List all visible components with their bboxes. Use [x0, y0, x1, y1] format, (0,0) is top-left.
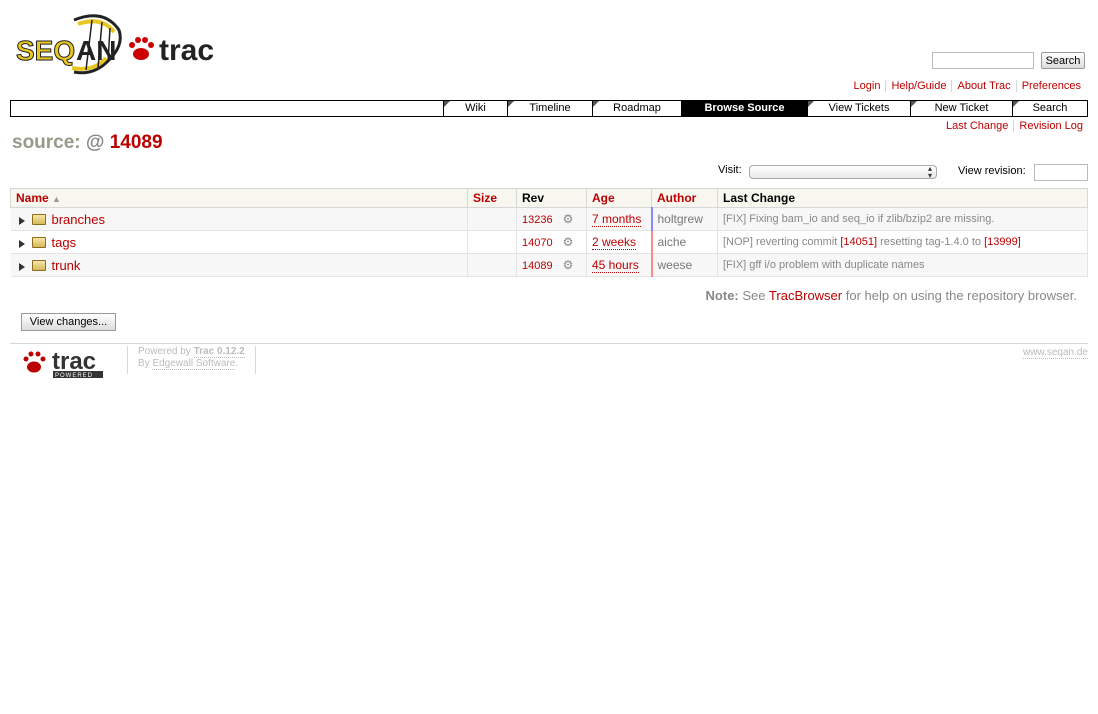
trac-version-link[interactable]: Trac 0.12.2 [193, 346, 245, 358]
source-path-link[interactable]: source: [12, 132, 81, 153]
changeset-link[interactable]: [13999] [984, 236, 1021, 248]
author-cell: holtgrew [651, 207, 718, 231]
folder-icon [31, 213, 46, 225]
author-cell: aiche [651, 230, 718, 254]
revision-link[interactable]: 14089 [522, 260, 553, 272]
table-row: branches 13236 ⚙ 7 months holtgrew [FIX] … [10, 207, 1088, 231]
directory-listing: Name ▲ Size Rev Age Author Last Change b… [10, 188, 1088, 277]
preferences-link[interactable]: Preferences [1015, 80, 1086, 92]
expand-toggle-icon[interactable] [18, 239, 25, 248]
powered-by-text: Powered by Trac 0.12.2 By Edgewall Softw… [127, 346, 256, 374]
age-link[interactable]: 7 months [592, 212, 642, 227]
help-note: Note: See TracBrowser for help on using … [705, 288, 1077, 303]
view-revision-label: View revision: [958, 165, 1026, 177]
revision-link[interactable]: 13236 [522, 214, 553, 226]
sort-ascending-icon: ▲ [52, 194, 61, 204]
last-change-cell: [NOP] reverting commit [14051] resetting… [717, 230, 1088, 254]
site-link[interactable]: www.seqan.de [1022, 347, 1088, 359]
svg-text:SEQ: SEQ [16, 35, 75, 66]
title-revision: 14089 [109, 132, 163, 153]
tracbrowser-link[interactable]: TracBrowser [769, 288, 842, 303]
folder-link[interactable]: tags [52, 235, 77, 250]
tab-new-ticket[interactable]: New Ticket [910, 101, 1012, 116]
column-header-size[interactable]: Size [467, 188, 517, 208]
main-nav: Wiki Timeline Roadmap Browse Source View… [10, 100, 1088, 117]
last-change-cell: [FIX] Fixing bam_io and seq_io if zlib/b… [717, 207, 1088, 231]
visit-select[interactable]: ▴ ▾ [749, 164, 937, 180]
column-header-last-change: Last Change [717, 188, 1088, 208]
last-change-cell: [FIX] gff i/o problem with duplicate nam… [717, 253, 1088, 277]
folder-icon [31, 259, 46, 271]
size-cell [467, 230, 517, 254]
column-header-author[interactable]: Author [651, 188, 718, 208]
revision-link[interactable]: 14070 [522, 237, 553, 249]
meta-nav: Login Help/Guide About Trac Preferences [849, 80, 1086, 92]
column-header-name[interactable]: Name ▲ [10, 188, 468, 208]
column-header-age[interactable]: Age [586, 188, 652, 208]
footer: trac POWERED Powered by Trac 0.12.2 By E… [10, 343, 1088, 383]
svg-text:POWERED: POWERED [55, 373, 93, 379]
page-title: source: @ 14089 [12, 132, 163, 154]
banner: SEQ AN trac Search Login Help/Guide About … [0, 0, 1098, 100]
svg-text:trac: trac [52, 348, 96, 375]
last-change-link[interactable]: Last Change [941, 120, 1013, 132]
trac-powered-logo[interactable]: trac POWERED [22, 347, 108, 379]
tab-view-tickets[interactable]: View Tickets [807, 101, 910, 116]
folder-link[interactable]: trunk [52, 258, 81, 273]
expand-toggle-icon[interactable] [18, 216, 25, 225]
folder-link[interactable]: branches [52, 212, 105, 227]
view-revision-input[interactable] [1034, 164, 1088, 181]
changeset-gear-icon[interactable]: ⚙ [563, 258, 574, 272]
table-row: trunk 14089 ⚙ 45 hours weese [FIX] gff i/… [10, 253, 1088, 277]
edgewall-link[interactable]: Edgewall Software [152, 358, 236, 370]
changeset-gear-icon[interactable]: ⚙ [563, 235, 574, 249]
seqan-trac-logo[interactable]: SEQ AN trac [14, 10, 226, 82]
changeset-link[interactable]: [14051] [840, 236, 877, 248]
view-changes-button[interactable]: View changes... [21, 313, 116, 331]
revision-log-link[interactable]: Revision Log [1013, 120, 1088, 132]
tab-timeline[interactable]: Timeline [507, 101, 592, 116]
tab-wiki[interactable]: Wiki [443, 101, 507, 116]
size-cell [467, 253, 517, 277]
help-guide-link[interactable]: Help/Guide [885, 80, 952, 92]
expand-toggle-icon[interactable] [18, 262, 25, 271]
age-link[interactable]: 2 weeks [592, 235, 637, 250]
tab-search[interactable]: Search [1012, 101, 1087, 116]
svg-text:trac: trac [159, 34, 214, 67]
login-link[interactable]: Login [849, 80, 886, 92]
svg-text:AN: AN [76, 35, 116, 66]
visit-label: Visit: [718, 164, 742, 176]
at-symbol: @ [85, 132, 105, 153]
folder-icon [31, 236, 46, 248]
about-trac-link[interactable]: About Trac [951, 80, 1016, 92]
search-input[interactable] [932, 52, 1034, 69]
table-row: tags 14070 ⚙ 2 weeks aiche [NOP] revertin… [10, 230, 1088, 254]
size-cell [467, 207, 517, 231]
tab-roadmap[interactable]: Roadmap [592, 101, 681, 116]
age-link[interactable]: 45 hours [592, 258, 639, 273]
context-nav: Last Change Revision Log [941, 120, 1088, 132]
column-header-rev: Rev [516, 188, 587, 208]
search-button[interactable]: Search [1041, 52, 1085, 69]
select-arrows-icon: ▴ ▾ [927, 164, 932, 180]
changeset-gear-icon[interactable]: ⚙ [563, 212, 574, 226]
author-cell: weese [651, 253, 718, 277]
tab-browse-source[interactable]: Browse Source [681, 101, 807, 116]
